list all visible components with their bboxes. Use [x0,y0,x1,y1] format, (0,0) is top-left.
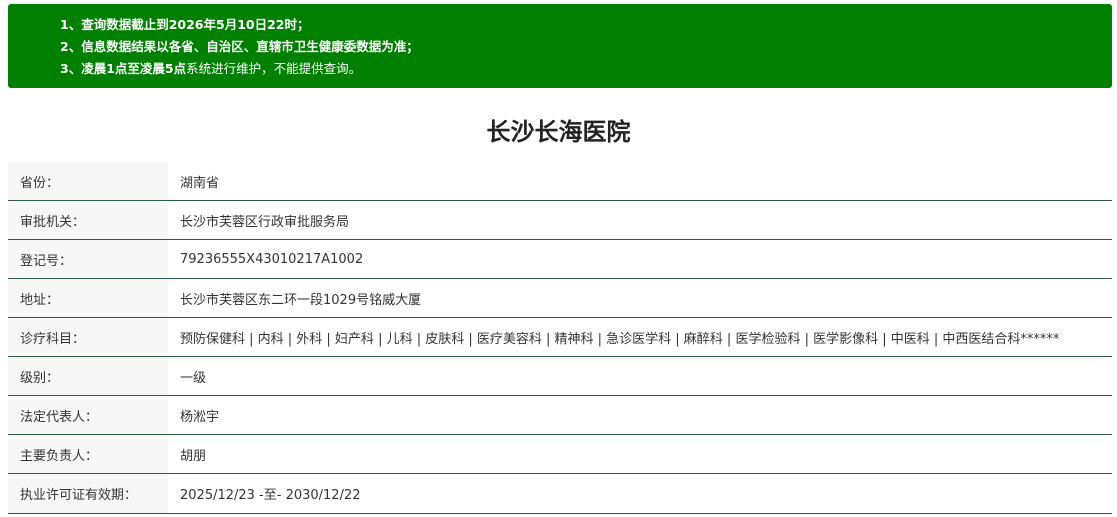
detail-row-registration-number: 登记号： 79236555X43010217A1002 [8,240,1112,279]
detail-value: 湖南省 [180,175,220,191]
detail-value: 79236555X43010217A1002 [180,251,364,267]
detail-row-level: 级别： 一级 [8,357,1112,396]
detail-row-principal: 主要负责人： 胡朋 [8,435,1112,474]
hospital-name: 长沙长海医院 [486,118,631,146]
hospital-details-table: 省份： 湖南省 审批机关： 长沙市芙蓉区行政审批服务局 登记号： 7923655… [8,162,1112,514]
detail-row-approval-authority: 审批机关： 长沙市芙蓉区行政审批服务局 [8,201,1112,240]
detail-label: 审批机关： [8,201,168,239]
notice-line-2: 2、信息数据结果以各省、自治区、直辖市卫生健康委数据为准； [60,36,1112,58]
detail-label: 执业许可证有效期： [8,474,168,513]
notice-line-1: 1、查询数据截止到2026年5月10日22时； [60,14,1112,36]
notice-line-3-suffix: 系统进行维护，不能提供查询。 [186,61,362,76]
notice-banner: 1、查询数据截止到2026年5月10日22时； 2、信息数据结果以各省、自治区、… [8,4,1112,88]
detail-row-legal-representative: 法定代表人： 杨淞宇 [8,396,1112,435]
detail-row-province: 省份： 湖南省 [8,162,1112,201]
detail-label: 级别： [8,357,168,395]
detail-value: 一级 [180,370,207,386]
notice-line-1-date: 2026年5月10日22时 [168,17,297,32]
notice-line-1-suffix: ； [296,17,310,32]
detail-label: 登记号： [8,240,168,278]
detail-value: 胡朋 [180,448,207,464]
detail-value: 杨淞宇 [180,409,220,425]
detail-value: 2025/12/23 -至- 2030/12/22 [180,488,361,503]
notice-line-2-text: 2、信息数据结果以各省、自治区、直辖市卫生健康委数据为准； [60,39,419,54]
detail-value: 预防保健科 | 内科 | 外科 | 妇产科 | 儿科 | 皮肤科 | 医疗美容科… [180,331,1060,347]
notice-line-3-prefix: 3、凌晨1点至凌晨5点 [60,61,187,76]
detail-value: 长沙市芙蓉区东二环一段1029号铭威大厦 [180,292,422,308]
detail-label: 法定代表人： [8,396,168,434]
detail-label: 省份： [8,162,168,200]
detail-label: 诊疗科目： [8,318,168,356]
detail-value: 长沙市芙蓉区行政审批服务局 [180,214,350,230]
detail-row-departments: 诊疗科目： 预防保健科 | 内科 | 外科 | 妇产科 | 儿科 | 皮肤科 |… [8,318,1112,357]
detail-row-address: 地址： 长沙市芙蓉区东二环一段1029号铭威大厦 [8,279,1112,318]
detail-label: 主要负责人： [8,435,168,473]
detail-row-license-validity: 执业许可证有效期： 2025/12/23 -至- 2030/12/22 [8,474,1112,514]
notice-line-1-prefix: 1、查询数据截止到 [60,17,169,32]
detail-label: 地址： [8,279,168,317]
notice-line-3: 3、凌晨1点至凌晨5点系统进行维护，不能提供查询。 [60,58,1112,80]
